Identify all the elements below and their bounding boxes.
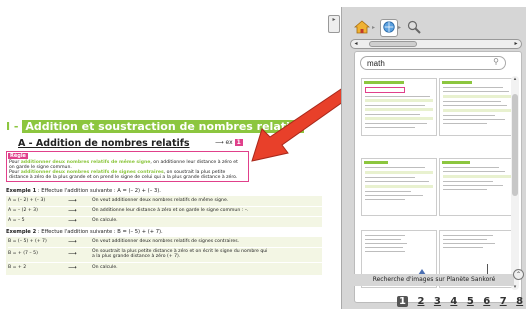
subsection-title: A - Addition de nombres relatifs <box>18 138 190 149</box>
rule-box: Règle Pour additionner deux nombres rela… <box>6 151 249 182</box>
page-link[interactable]: 7 <box>500 296 507 307</box>
result-thumbnail[interactable] <box>361 158 437 216</box>
panel-toolbar: ▸ ▸ <box>350 15 522 41</box>
scrollbar-thumb[interactable] <box>369 41 417 47</box>
search-field[interactable]: ⚲ <box>360 56 506 70</box>
search-icon[interactable]: ⚲ <box>493 57 499 66</box>
table-row: B = + 2 ⟶ On calcule. <box>8 264 118 271</box>
page-link[interactable]: 5 <box>467 296 474 307</box>
search-input[interactable] <box>367 58 485 68</box>
scroll-left-icon[interactable]: ◂ <box>352 40 360 48</box>
table-row: B = + (7 – 5) ⟶ On soustrait la plus pet… <box>8 247 322 263</box>
search-results-area: ⚲ <box>354 51 523 307</box>
image-search-panel: ▸ ▸ ▸ ◂ ▸ ⚲ <box>328 7 526 309</box>
page-link[interactable]: 2 <box>417 296 424 307</box>
result-thumbnail[interactable] <box>439 78 515 136</box>
example-2-table: B = (– 5) + (+ 7) ⟶ On veut additionner … <box>6 237 322 275</box>
subsection-heading: A - Addition de nombres relatifs <box>18 138 190 149</box>
exercise-number-badge: 1 <box>234 139 243 146</box>
scroll-right-icon[interactable]: ▸ <box>512 40 520 48</box>
breadcrumb-separator: ▸ <box>398 24 402 31</box>
pagination: 1 2 3 4 5 6 7 8 <box>397 296 526 310</box>
horizontal-scrollbar[interactable]: ◂ ▸ <box>350 39 522 49</box>
page-link[interactable]: 1 <box>397 296 408 307</box>
exercise-reference: ⟶ ex 1 <box>215 139 243 146</box>
breadcrumb-separator: ▸ <box>372 24 376 31</box>
panel-footer-label: Recherche d'images sur Planète Sankoré <box>354 274 514 286</box>
section-number: I - <box>6 120 23 133</box>
table-row: A = – 5 ⟶ On calcule. <box>8 217 118 224</box>
example-1-table: A = (– 2) + (– 3) ⟶ On veut additionner … <box>6 196 322 227</box>
rule-line-4: distance à zéro de la plus grande et on … <box>9 175 238 180</box>
scrollbar-thumb[interactable] <box>512 94 518 196</box>
example-2-heading: Exemple 2 : Effectue l'addition suivante… <box>6 229 163 235</box>
result-thumbnail[interactable] <box>439 158 515 216</box>
result-thumbnail[interactable] <box>361 78 437 136</box>
home-icon[interactable] <box>353 19 371 35</box>
page-link[interactable]: 8 <box>516 296 523 307</box>
page-link[interactable]: 6 <box>483 296 490 307</box>
magnifier-icon[interactable] <box>406 19 422 35</box>
panel-toggle-icon[interactable]: ▸ <box>328 15 340 33</box>
globe-icon[interactable] <box>380 19 398 37</box>
collapse-icon[interactable]: ⌃ <box>513 269 524 280</box>
page-link[interactable]: 4 <box>450 296 457 307</box>
rule-tag: Règle <box>8 153 28 159</box>
vertical-scrollbar[interactable]: ▴ ▾ <box>511 76 519 290</box>
exercise-reference-label: ⟶ ex <box>215 139 233 146</box>
example-1-heading: Exemple 1 : Effectue l'addition suivante… <box>6 188 161 194</box>
scroll-up-icon[interactable]: ▴ <box>511 76 519 82</box>
page-link[interactable]: 3 <box>434 296 441 307</box>
